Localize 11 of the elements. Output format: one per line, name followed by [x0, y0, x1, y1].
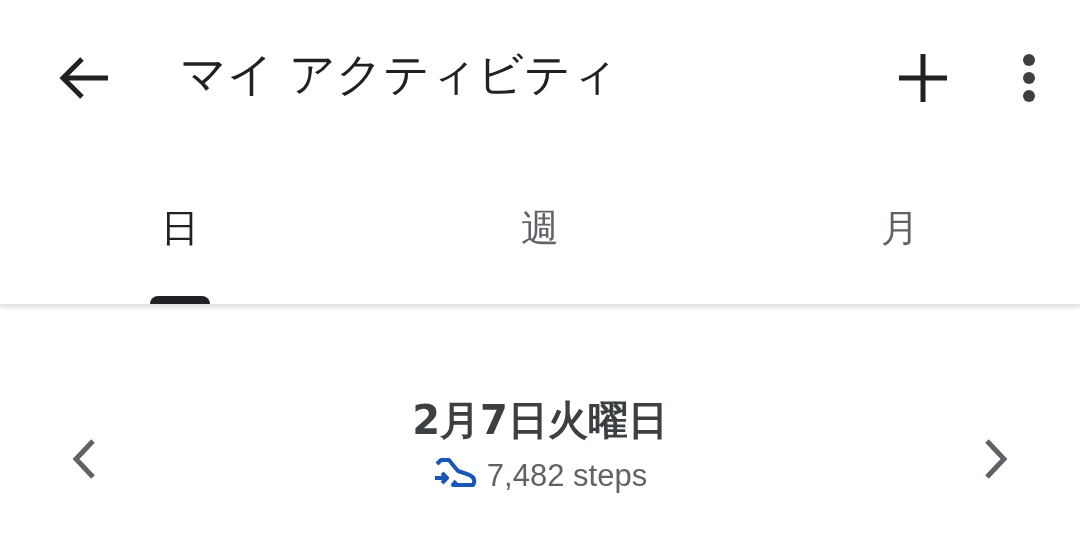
back-arrow-icon [58, 54, 110, 101]
steps-count: 7,482 steps [486, 458, 648, 494]
chevron-right-icon [984, 438, 1008, 479]
tab[interactable]: 日 [0, 155, 360, 304]
tab[interactable]: 月 [720, 155, 1080, 304]
tab[interactable]: 週 [360, 155, 720, 304]
date-label: 2月7日火曜日 [412, 396, 668, 445]
more-vert-icon [1022, 52, 1036, 103]
screen-title: マイ アクティビティ [180, 45, 619, 103]
plus-icon [898, 52, 948, 103]
chevron-left-icon [72, 438, 96, 479]
